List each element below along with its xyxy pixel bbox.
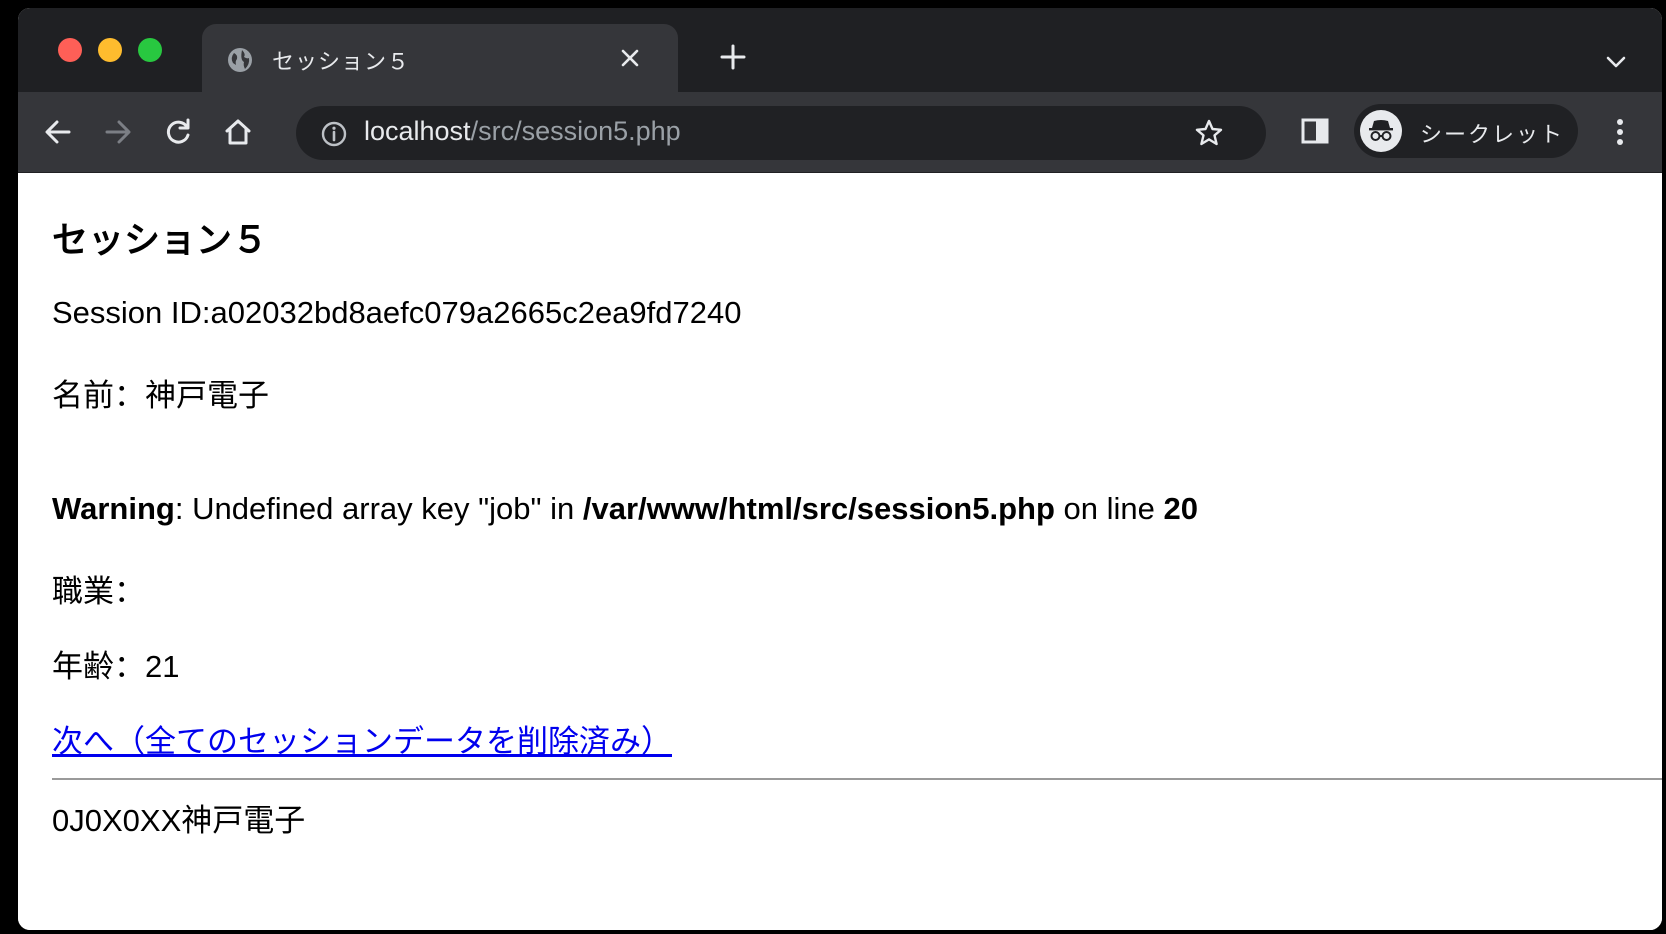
bookmark-star-icon[interactable] xyxy=(1194,118,1224,148)
session-id-text: Session ID:a02032bd8aefc079a2665c2ea9fd7… xyxy=(52,295,742,330)
name-line: 名前：神戸電子 xyxy=(52,378,269,413)
page-content: セッション５ Session ID:a02032bd8aefc079a2665c… xyxy=(18,173,1662,930)
tab-title: セッション５ xyxy=(272,50,411,75)
back-icon[interactable] xyxy=(40,114,76,150)
info-icon[interactable] xyxy=(320,120,348,148)
close-window-button[interactable] xyxy=(58,38,82,62)
next-link[interactable]: 次へ（全てのセッションデータを削除済み） xyxy=(52,716,672,761)
incognito-profile-button[interactable]: シークレット xyxy=(1354,104,1578,158)
more-menu-icon[interactable] xyxy=(1608,114,1632,150)
job-line: 職業： xyxy=(52,574,145,609)
forward-icon[interactable] xyxy=(100,114,136,150)
warning-message: : Undefined array key "job" in xyxy=(174,491,583,526)
tab-strip: セッション５ xyxy=(18,8,1662,92)
page-title: セッション５ xyxy=(52,220,269,261)
active-tab[interactable]: セッション５ xyxy=(202,24,678,92)
incognito-label: シークレット xyxy=(1420,123,1565,148)
url-host: localhost xyxy=(364,116,471,146)
age-line: 年齢：21 xyxy=(52,649,180,684)
toolbar: localhost/src/session5.php シークレット xyxy=(18,92,1662,173)
incognito-icon xyxy=(1369,120,1393,141)
close-icon[interactable] xyxy=(618,46,642,70)
warning-line-number: 20 xyxy=(1163,491,1198,526)
zoom-window-button[interactable] xyxy=(138,38,162,62)
warning-file: /var/www/html/src/session5.php xyxy=(582,491,1055,526)
horizontal-rule xyxy=(52,778,1662,780)
url-path: /src/session5.php xyxy=(470,116,681,146)
home-icon[interactable] xyxy=(220,114,256,150)
reload-icon[interactable] xyxy=(160,114,196,150)
incognito-avatar xyxy=(1360,110,1402,152)
globe-icon xyxy=(228,48,252,72)
warning-label: Warning xyxy=(52,491,175,526)
new-tab-button[interactable] xyxy=(718,42,748,72)
php-warning: Warning: Undefined array key "job" in /v… xyxy=(52,491,1198,527)
footer-text: 0J0X0XX神戸電子 xyxy=(52,803,306,838)
url-text[interactable]: localhost/src/session5.php xyxy=(364,116,681,147)
chevron-down-icon[interactable] xyxy=(1604,50,1628,74)
side-panel-icon[interactable] xyxy=(1300,116,1330,146)
browser-window: セッション５ localhost/src/session5.php シークレット… xyxy=(18,8,1662,930)
minimize-window-button[interactable] xyxy=(98,38,122,62)
address-bar[interactable]: localhost/src/session5.php xyxy=(296,106,1266,160)
warning-on-line: on line xyxy=(1054,491,1164,526)
